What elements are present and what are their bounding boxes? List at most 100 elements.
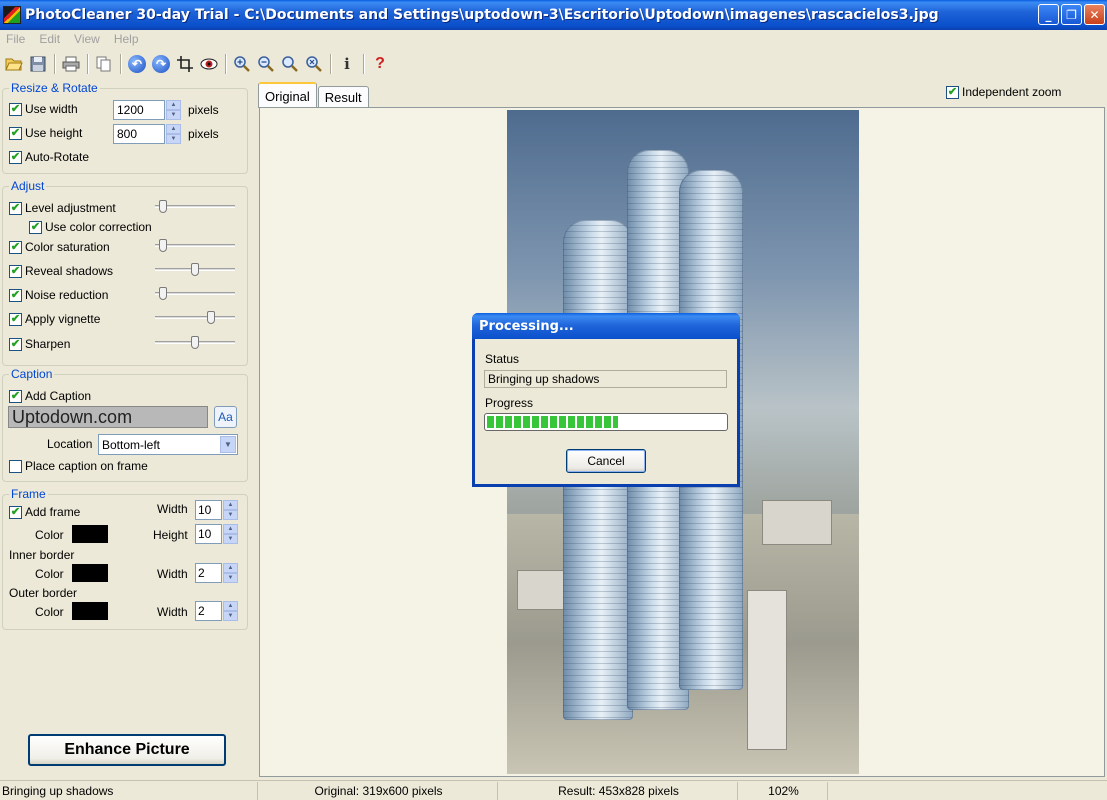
toolbar-separator bbox=[330, 54, 331, 74]
checkmark-icon: ✔ bbox=[29, 220, 42, 234]
height-input[interactable]: 800 bbox=[113, 124, 165, 144]
chevron-down-icon[interactable]: ▼ bbox=[220, 436, 236, 453]
add-frame-checkbox[interactable]: ✔ Add frame bbox=[9, 505, 80, 519]
zoom-fit-icon[interactable] bbox=[278, 52, 302, 76]
checkmark-icon: ✔ bbox=[9, 312, 22, 326]
slider-thumb[interactable] bbox=[159, 200, 167, 213]
independent-zoom-checkbox[interactable]: ✔ Independent zoom bbox=[946, 85, 1061, 99]
window-title: PhotoCleaner 30-day Trial - C:\Documents… bbox=[25, 7, 939, 23]
photo-building bbox=[747, 590, 787, 750]
inner-width-spinner[interactable]: ▲ ▼ bbox=[223, 563, 238, 583]
menu-edit[interactable]: Edit bbox=[39, 32, 60, 46]
title-bar: PhotoCleaner 30-day Trial - C:\Documents… bbox=[0, 0, 1107, 30]
rotate-left-icon[interactable]: ↶ bbox=[125, 52, 149, 76]
outer-width-input[interactable]: 2 bbox=[195, 601, 222, 621]
width-unit: pixels bbox=[188, 103, 219, 117]
frame-width-spinner[interactable]: ▲ ▼ bbox=[223, 500, 238, 520]
cancel-button[interactable]: Cancel bbox=[566, 449, 646, 473]
color-saturation-checkbox[interactable]: ✔ Color saturation bbox=[9, 240, 110, 254]
menu-view[interactable]: View bbox=[74, 32, 100, 46]
rotate-right-icon[interactable]: ↷ bbox=[149, 52, 173, 76]
status-bar: Bringing up shadows Original: 319x600 pi… bbox=[0, 780, 1107, 800]
inner-color-swatch[interactable] bbox=[72, 564, 108, 582]
status-zoom: 102% bbox=[738, 781, 828, 800]
close-button[interactable]: ✕ bbox=[1084, 4, 1105, 25]
toolbar-separator bbox=[363, 54, 364, 74]
menu-file[interactable]: File bbox=[6, 32, 25, 46]
info-icon[interactable]: i bbox=[335, 52, 359, 76]
frame-height-input[interactable]: 10 bbox=[195, 524, 222, 544]
height-spinner[interactable]: ▲ ▼ bbox=[166, 124, 181, 144]
reveal-shadows-checkbox[interactable]: ✔ Reveal shadows bbox=[9, 264, 113, 278]
status-empty bbox=[828, 782, 1107, 800]
frame-height-spinner[interactable]: ▲ ▼ bbox=[223, 524, 238, 544]
apply-vignette-slider[interactable] bbox=[155, 311, 235, 325]
save-icon[interactable] bbox=[26, 52, 50, 76]
group-title: Resize & Rotate bbox=[9, 81, 100, 95]
zoom-in-icon[interactable] bbox=[230, 52, 254, 76]
checkmark-icon: ✔ bbox=[9, 201, 22, 215]
frame-height-label: Height bbox=[153, 528, 188, 542]
slider-thumb[interactable] bbox=[191, 336, 199, 349]
help-icon[interactable]: ? bbox=[368, 52, 392, 76]
sharpen-checkbox[interactable]: ✔ Sharpen bbox=[9, 337, 70, 351]
frame-color-swatch[interactable] bbox=[72, 525, 108, 543]
processing-dialog: Processing... Status Bringing up shadows… bbox=[472, 313, 740, 487]
color-correction-checkbox[interactable]: ✔ Use color correction bbox=[29, 220, 152, 234]
minimize-button[interactable]: _ bbox=[1038, 4, 1059, 25]
checkmark-icon: ✔ bbox=[9, 337, 22, 351]
group-title: Caption bbox=[9, 367, 55, 381]
preview-eye-icon[interactable] bbox=[197, 52, 221, 76]
level-adjustment-checkbox[interactable]: ✔ Level adjustment bbox=[9, 201, 116, 215]
sharpen-slider[interactable] bbox=[155, 336, 235, 350]
frame-width-field: 10 ▲ ▼ bbox=[195, 500, 238, 520]
tab-result[interactable]: Result bbox=[317, 86, 369, 108]
enhance-picture-button[interactable]: Enhance Picture bbox=[28, 734, 226, 766]
copy-icon[interactable] bbox=[92, 52, 116, 76]
menu-bar: File Edit View Help bbox=[0, 30, 1107, 48]
color-saturation-slider[interactable] bbox=[155, 239, 235, 253]
frame-height-field: 10 ▲ ▼ bbox=[195, 524, 238, 544]
adjust-group: Adjust ✔ Level adjustment ✔ Use color corr… bbox=[2, 179, 248, 366]
caption-text-input[interactable]: Uptodown.com bbox=[8, 406, 208, 428]
crop-icon[interactable] bbox=[173, 52, 197, 76]
photo-building bbox=[762, 500, 832, 545]
zoom-out-icon[interactable] bbox=[254, 52, 278, 76]
width-input[interactable]: 1200 bbox=[113, 100, 165, 120]
use-height-checkbox[interactable]: ✔ Use height bbox=[9, 126, 82, 140]
font-button[interactable]: Aa bbox=[214, 406, 237, 428]
use-width-checkbox[interactable]: ✔ Use width bbox=[9, 102, 78, 116]
slider-thumb[interactable] bbox=[159, 287, 167, 300]
slider-thumb[interactable] bbox=[159, 239, 167, 252]
restore-button[interactable]: ❐ bbox=[1061, 4, 1082, 25]
outer-width-spinner[interactable]: ▲ ▼ bbox=[223, 601, 238, 621]
progress-bar bbox=[484, 413, 728, 431]
outer-color-swatch[interactable] bbox=[72, 602, 108, 620]
tab-original[interactable]: Original bbox=[258, 82, 317, 108]
location-label: Location bbox=[47, 437, 93, 451]
noise-reduction-checkbox[interactable]: ✔ Noise reduction bbox=[9, 288, 108, 302]
zoom-actual-icon[interactable] bbox=[302, 52, 326, 76]
location-select[interactable]: Bottom-left ▼ bbox=[98, 434, 238, 455]
print-icon[interactable] bbox=[59, 52, 83, 76]
viewer-tabs: Original Result bbox=[258, 82, 370, 108]
add-caption-checkbox[interactable]: ✔ Add Caption bbox=[9, 389, 91, 403]
outer-color-label: Color bbox=[35, 605, 64, 619]
frame-width-input[interactable]: 10 bbox=[195, 500, 222, 520]
menu-help[interactable]: Help bbox=[114, 32, 139, 46]
inner-width-input[interactable]: 2 bbox=[195, 563, 222, 583]
level-adjustment-slider[interactable] bbox=[155, 200, 235, 214]
toolbar-separator bbox=[87, 54, 88, 74]
place-caption-on-frame-checkbox[interactable]: Place caption on frame bbox=[9, 459, 148, 473]
noise-reduction-slider[interactable] bbox=[155, 287, 235, 301]
slider-thumb[interactable] bbox=[207, 311, 215, 324]
open-folder-icon[interactable] bbox=[2, 52, 26, 76]
auto-rotate-checkbox[interactable]: ✔ Auto-Rotate bbox=[9, 150, 89, 164]
left-panel: Resize & Rotate ✔ Use width 1200 ▲ ▼ pixel… bbox=[0, 80, 252, 780]
apply-vignette-checkbox[interactable]: ✔ Apply vignette bbox=[9, 312, 100, 326]
dialog-title: Processing... bbox=[472, 313, 740, 339]
width-spinner[interactable]: ▲ ▼ bbox=[166, 100, 181, 120]
reveal-shadows-slider[interactable] bbox=[155, 263, 235, 277]
checkmark-icon: ✔ bbox=[946, 85, 959, 99]
slider-thumb[interactable] bbox=[191, 263, 199, 276]
